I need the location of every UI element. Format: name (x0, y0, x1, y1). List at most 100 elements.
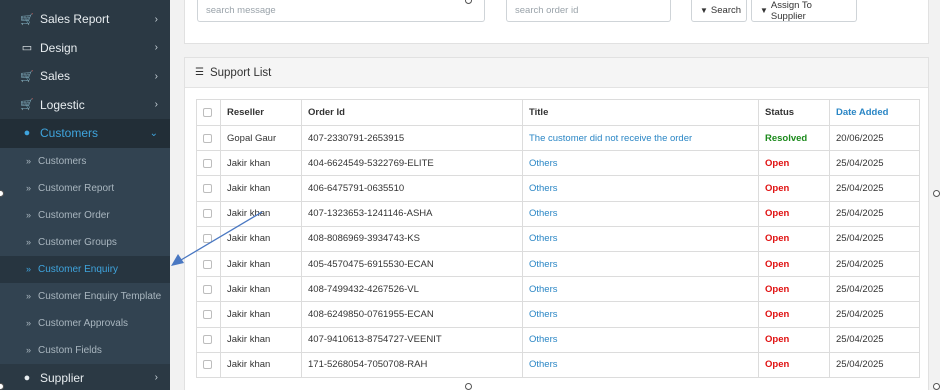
row-select-cell[interactable] (196, 124, 221, 152)
column-header-date-added[interactable]: Date Added (829, 99, 920, 126)
sidebar-item-supplier[interactable]: ● Supplier › (0, 364, 170, 390)
title-link[interactable]: Others (529, 158, 558, 169)
title-cell: Others (522, 301, 759, 328)
table-row[interactable]: Jakir khan 404-6624549-5322769-ELITE Other… (196, 150, 920, 177)
title-link[interactable]: Others (529, 284, 558, 295)
row-select-cell[interactable] (196, 301, 221, 328)
search-order-id-input[interactable]: search order id (506, 0, 671, 22)
row-select-cell[interactable] (196, 200, 221, 227)
table-row[interactable]: Jakir khan 407-9410613-8754727-VEENIT Othe… (196, 326, 920, 353)
row-checkbox[interactable] (203, 234, 212, 244)
title-cell: Others (522, 276, 759, 303)
submenu-item-customer-enquiry[interactable]: » Customer Enquiry (0, 255, 170, 283)
submenu-item-customer-order[interactable]: » Customer Order (0, 202, 170, 229)
sidebar-item-design[interactable]: ▭ Design › (0, 34, 170, 63)
sidebar-item-sales[interactable]: 🛒 Sales › (0, 62, 170, 91)
title-link[interactable]: The customer did not receive the order (529, 133, 692, 144)
title-link[interactable]: Others (529, 359, 558, 370)
table-row[interactable]: Jakir khan 405-4570475-6915530-ECAN Others… (196, 250, 920, 278)
status-cell: Open (758, 301, 830, 328)
monitor-icon: ▭ (21, 42, 33, 55)
title-link[interactable]: Others (529, 309, 558, 320)
title-link[interactable]: Others (529, 233, 558, 244)
sidebar-item-logestic[interactable]: 🛒 Logestic › (0, 91, 170, 120)
date-added-cell: 25/04/2025 (829, 175, 920, 202)
select-all-cell[interactable] (196, 99, 221, 126)
search-button[interactable]: ▼ Search (691, 0, 747, 22)
row-checkbox[interactable] (203, 309, 212, 319)
row-select-cell[interactable] (196, 250, 221, 278)
submenu-item-label: Customer Enquiry Template (38, 290, 162, 302)
order-id-cell: 404-6624549-5322769-ELITE (301, 150, 523, 177)
chevron-right-icon: › (154, 13, 158, 25)
row-checkbox[interactable] (203, 284, 212, 294)
reseller-cell: Jakir khan (220, 276, 302, 303)
date-added-cell: 25/04/2025 (829, 150, 920, 177)
date-added-cell: 25/04/2025 (829, 276, 920, 303)
submenu-item-customer-groups[interactable]: » Customer Groups (0, 229, 170, 256)
submenu-item-customers[interactable]: » Customers (0, 148, 170, 175)
row-select-cell[interactable] (196, 276, 221, 303)
submenu-item-label: Customers (38, 155, 87, 167)
sidebar-item-sales-report[interactable]: 🛒 Sales Report › (0, 5, 170, 34)
title-cell: Others (522, 175, 759, 202)
title-link[interactable]: Others (529, 259, 558, 270)
row-checkbox[interactable] (203, 209, 212, 219)
submenu-item-label: Customer Enquiry (38, 263, 119, 275)
user-icon: ● (23, 127, 31, 140)
date-added-cell: 25/04/2025 (829, 351, 920, 378)
assign-to-supplier-button[interactable]: ▼ Assign To Supplier (751, 0, 857, 22)
submenu-item-customer-enquiry-template[interactable]: » Customer Enquiry Template (0, 283, 170, 310)
search-message-placeholder: search message (206, 5, 276, 16)
table-row[interactable]: Jakir khan 407-1323653-1241146-ASHA Others… (196, 200, 920, 227)
order-id-cell: 171-5268054-7050708-RAH (301, 351, 523, 378)
row-checkbox[interactable] (203, 360, 212, 370)
row-checkbox[interactable] (203, 133, 212, 143)
table-row[interactable]: Gopal Gaur 407-2330791-2653915 The custome… (196, 124, 920, 152)
table-row[interactable]: Jakir khan 408-7499432-4267526-VL Others Op… (196, 276, 920, 303)
row-select-cell[interactable] (196, 225, 221, 252)
resize-handle-icon (465, 383, 472, 390)
list-icon: ☰ (195, 67, 204, 78)
reseller-cell: Jakir khan (220, 351, 302, 378)
date-added-cell: 25/04/2025 (829, 225, 920, 252)
row-checkbox[interactable] (203, 335, 212, 345)
title-cell: Others (522, 150, 759, 177)
submenu-item-custom-fields[interactable]: » Custom Fields (0, 337, 170, 364)
row-checkbox[interactable] (203, 259, 212, 269)
reseller-cell: Jakir khan (220, 200, 302, 227)
table-row[interactable]: Jakir khan 406-6475791-0635510 Others Open 2… (196, 175, 920, 202)
table-row[interactable]: Jakir khan 408-6249850-0761955-ECAN Others… (196, 301, 920, 328)
submenu-item-customer-approvals[interactable]: » Customer Approvals (0, 310, 170, 337)
row-checkbox[interactable] (203, 183, 212, 193)
row-select-cell[interactable] (196, 150, 221, 177)
double-chevron-icon: » (26, 183, 32, 193)
select-all-checkbox[interactable] (203, 107, 212, 117)
user-icon: ● (23, 371, 31, 384)
title-link[interactable]: Others (529, 183, 558, 194)
resize-handle-icon (933, 190, 940, 197)
search-button-label: Search (710, 5, 742, 16)
chevron-down-icon: ⌄ (149, 127, 158, 139)
order-id-cell: 406-6475791-0635510 (301, 175, 523, 202)
title-cell: The customer did not receive the order (522, 124, 759, 152)
sidebar-item-label: Sales (40, 69, 71, 84)
support-table: Reseller Order Id Title Status Date Adde… (196, 99, 920, 378)
date-added-cell: 25/04/2025 (829, 250, 920, 278)
search-message-input[interactable]: search message (197, 0, 485, 22)
table-row[interactable]: Jakir khan 171-5268054-7050708-RAH Others O… (196, 351, 920, 378)
row-checkbox[interactable] (203, 158, 212, 168)
row-select-cell[interactable] (196, 175, 221, 202)
title-link[interactable]: Others (529, 208, 558, 219)
reseller-cell: Jakir khan (220, 175, 302, 202)
reseller-cell: Jakir khan (220, 225, 302, 252)
table-row[interactable]: Jakir khan 408-8086969-3934743-KS Others Op… (196, 225, 920, 252)
assign-button-label: Assign To Supplier (770, 0, 812, 22)
submenu-item-customer-report[interactable]: » Customer Report (0, 175, 170, 202)
chevron-right-icon: › (154, 70, 158, 82)
sidebar-item-customers[interactable]: ● Customers ⌄ (0, 119, 170, 148)
row-select-cell[interactable] (196, 326, 221, 353)
row-select-cell[interactable] (196, 351, 221, 378)
title-link[interactable]: Others (529, 334, 558, 345)
panel-title: Support List (209, 66, 272, 79)
